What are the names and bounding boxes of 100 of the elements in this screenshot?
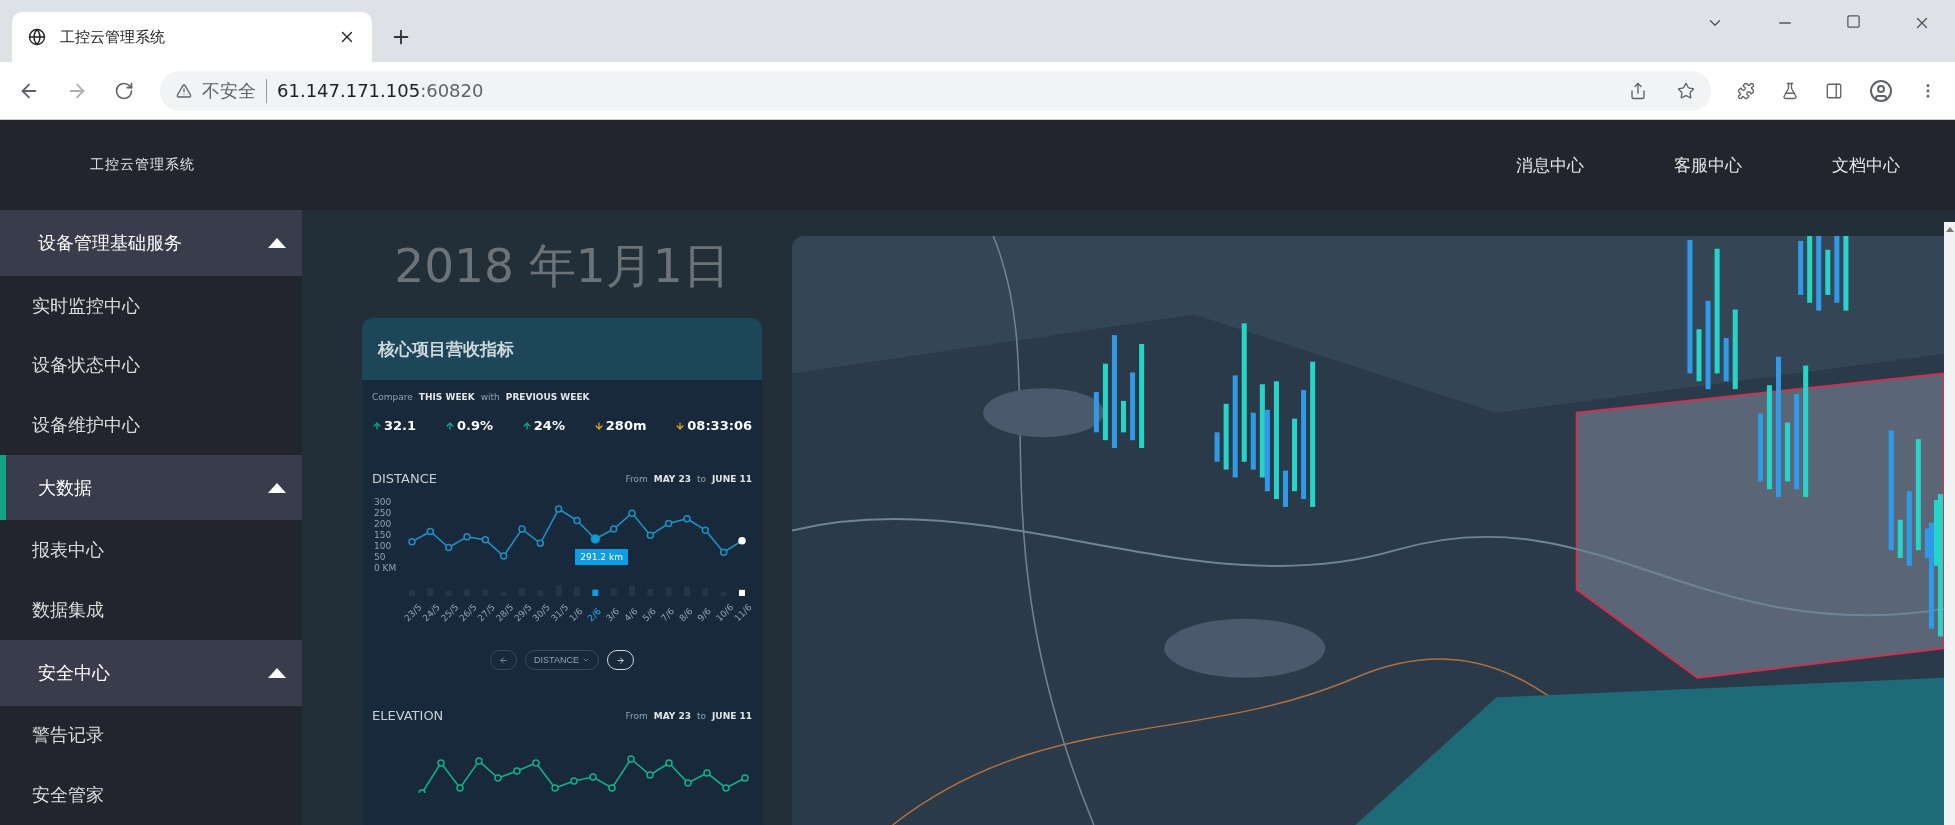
sidebar-item[interactable]: 设备维护中心: [0, 395, 302, 455]
caret-icon: [581, 656, 590, 664]
right-arrow-icon: [615, 655, 625, 665]
data-point: [646, 771, 654, 779]
axis-label: 7/6: [659, 606, 677, 624]
stat-value: 32.1: [372, 418, 417, 433]
data-point: [551, 784, 559, 792]
stat-value: 08:33:06: [675, 418, 752, 433]
data-point: [684, 779, 692, 787]
sidebar-item[interactable]: 数据集成: [0, 580, 302, 640]
data-point: [463, 533, 471, 541]
group-title: 设备管理基础服务: [38, 230, 182, 255]
data-point: [499, 552, 508, 560]
maximize-icon[interactable]: [1846, 14, 1861, 29]
week-selector[interactable]: PREVIOUS WEEK: [505, 392, 590, 402]
browser-tab[interactable]: 工控云管理系统: [12, 12, 372, 62]
data-point: [513, 767, 521, 775]
data-point: [408, 538, 416, 546]
data-point: [456, 784, 464, 792]
data-point: [590, 534, 601, 544]
security-label: 不安全: [202, 78, 267, 103]
sidebar-group[interactable]: 安全中心: [0, 639, 302, 706]
sidebar-item[interactable]: 警告记录: [0, 705, 302, 766]
axis-label: 1/6: [567, 606, 585, 624]
address-field[interactable]: 不安全 61.147.171.105:60820: [160, 70, 1711, 111]
data-point: [683, 514, 691, 523]
sidebar-group[interactable]: 大数据: [0, 454, 302, 521]
to-label: to: [696, 473, 706, 484]
data-point: [554, 505, 563, 513]
sidebar-item[interactable]: 安全管家: [0, 765, 302, 825]
up-arrow-icon: [521, 420, 532, 431]
data-point: [532, 759, 540, 767]
share-icon[interactable]: [1629, 81, 1647, 100]
axis-label: 150: [374, 530, 392, 540]
data-point: [570, 777, 578, 785]
globe-icon: [28, 28, 46, 46]
star-icon[interactable]: [1677, 81, 1695, 100]
url-port: :60820: [420, 80, 484, 101]
chart-heading: ELEVATION: [372, 708, 445, 723]
from-label: From: [625, 473, 648, 484]
to-label: to: [696, 710, 706, 721]
stat-value: 0.9%: [444, 418, 493, 433]
date-selector[interactable]: MAY 23: [653, 473, 691, 484]
axis-label: 50: [374, 552, 386, 562]
brand-title: 工控云管理系统: [90, 156, 196, 174]
data-point: [609, 525, 618, 533]
nav-link[interactable]: 消息中心: [1516, 153, 1584, 177]
group-title: 大数据: [38, 475, 92, 500]
extensions-icon[interactable]: [1737, 81, 1755, 100]
data-point: [719, 548, 728, 556]
axis-label: 300: [374, 497, 392, 507]
compare-label: Compare: [372, 392, 413, 402]
data-point: [418, 789, 426, 793]
chart-heading: DISTANCE: [372, 471, 438, 486]
axis-label: 0 KM: [374, 563, 397, 573]
data-point: [701, 526, 710, 534]
data-point: [665, 759, 673, 767]
stat-value: 24%: [521, 418, 565, 433]
date-selector[interactable]: JUNE 11: [712, 473, 752, 484]
axis-label: 3/6: [604, 606, 622, 624]
side-panel-icon[interactable]: [1825, 81, 1843, 100]
bar: [592, 589, 599, 596]
axis-label: 4/6: [622, 606, 640, 624]
week-selector[interactable]: THIS WEEK: [418, 392, 475, 402]
sidebar-item[interactable]: 报表中心: [0, 520, 302, 581]
data-point: [738, 536, 746, 545]
data-point: [664, 519, 673, 528]
sidebar-item[interactable]: 实时监控中心: [0, 275, 302, 336]
url-host: 61.147.171.105: [277, 80, 421, 101]
from-label: From: [625, 710, 648, 721]
date-selector[interactable]: MAY 23: [653, 710, 691, 721]
data-point: [494, 774, 502, 782]
data-point: [608, 784, 616, 792]
data-point: [628, 509, 636, 517]
data-point: [703, 769, 711, 777]
axis-label: 9/6: [695, 606, 713, 624]
data-point: [722, 784, 730, 792]
data-point: [481, 536, 490, 544]
data-point: [426, 527, 435, 536]
data-point: [741, 774, 749, 782]
date-heading: 2018 年1月1日: [394, 236, 730, 295]
axis-label: 250: [374, 508, 392, 518]
data-point: [573, 516, 581, 525]
sidebar-item[interactable]: 设备状态中心: [0, 335, 302, 396]
reload-icon[interactable]: [114, 80, 134, 101]
warning-icon: [176, 82, 192, 99]
nav-link[interactable]: 文档中心: [1832, 153, 1900, 177]
sidebar-group[interactable]: 设备管理基础服务: [0, 210, 302, 276]
axis-label: 200: [374, 519, 392, 529]
data-point: [627, 755, 635, 763]
data-point: [475, 757, 483, 765]
nav-link[interactable]: 客服中心: [1674, 153, 1742, 177]
flask-icon[interactable]: [1781, 81, 1799, 100]
scrollbar[interactable]: [1944, 222, 1955, 825]
metric-dropdown[interactable]: DISTANCE: [525, 650, 599, 670]
date-selector[interactable]: JUNE 11: [712, 710, 752, 721]
stat-value: 280m: [593, 418, 647, 433]
profile-icon[interactable]: [1869, 78, 1893, 103]
axis-label: 2/6: [585, 606, 603, 624]
group-title: 安全中心: [38, 660, 110, 685]
